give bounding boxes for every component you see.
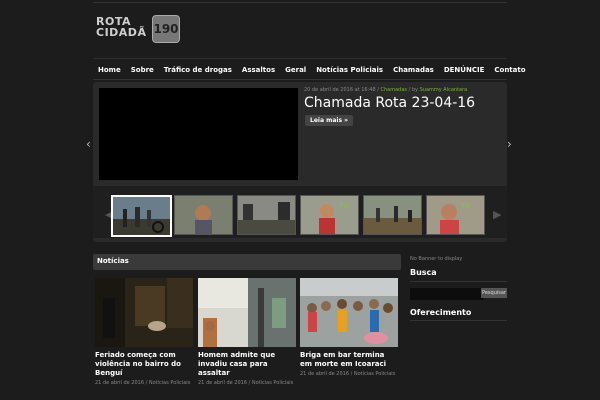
news-card: Homem admite que invadiu casa para assal… (198, 278, 296, 386)
slide-meta: 20 de abril de 2016 at 16:48 / Chamadas … (304, 87, 467, 93)
thumbnail[interactable]: TV (300, 195, 359, 235)
thumbnail[interactable]: TV (426, 195, 485, 235)
svg-text:TV: TV (460, 202, 470, 210)
main-nav: Home Sobre Tráfico de drogas Assaltos Ge… (93, 62, 526, 79)
svg-text:TV: TV (338, 202, 348, 210)
nav-item-noticias-policiais[interactable]: Notícias Policiais (311, 62, 388, 79)
news-card-title[interactable]: Briga em bar termina em morte em Icoarac… (300, 351, 398, 369)
news-card: Feriado começa com violência no bairro d… (95, 278, 193, 386)
featured-slider: 20 de abril de 2016 at 16:48 / Chamadas … (93, 82, 507, 242)
slide-date: 20 de abril de 2016 at 16:48 / (304, 87, 381, 93)
logo-line-2: CIDADÃ (96, 26, 147, 39)
news-card-meta: 21 de abril de 2016 / Notícias Policiais (198, 380, 294, 386)
news-card-image[interactable] (95, 278, 193, 347)
nav-divider (93, 79, 507, 80)
nav-item-denuncie[interactable]: DENÚNCIE (439, 62, 490, 79)
slider-prev-arrow[interactable]: ‹ (86, 137, 91, 151)
nav-item-trafico[interactable]: Tráfico de drogas (159, 62, 237, 79)
thumbnail[interactable] (363, 195, 422, 235)
logo-badge: 190 (152, 15, 180, 43)
slide-title[interactable]: Chamada Rota 23-04-16 (304, 95, 475, 111)
header-divider (93, 58, 507, 59)
site-logo[interactable]: ROTA CIDADÃ 190 (96, 14, 186, 44)
nav-item-home[interactable]: Home (93, 62, 126, 79)
slide-author-link[interactable]: Suammy Alcantara (420, 87, 468, 93)
nav-item-contato[interactable]: Contato (489, 62, 530, 79)
top-rule (93, 2, 507, 3)
video-player[interactable] (99, 88, 298, 180)
search-button[interactable]: Pesquisar (481, 288, 507, 298)
slider-next-arrow[interactable]: › (507, 137, 512, 151)
no-banner-text: No Banner to display (410, 256, 463, 262)
slide-by: / by (407, 87, 420, 93)
busca-divider (410, 281, 507, 282)
busca-heading: Busca (410, 268, 437, 277)
news-card-meta: 21 de abril de 2016 / Notícias Policiais (300, 371, 396, 377)
news-card-title[interactable]: Feriado começa com violência no bairro d… (95, 351, 193, 378)
news-card-title[interactable]: Homem admite que invadiu casa para assal… (198, 351, 296, 378)
nav-item-geral[interactable]: Geral (280, 62, 311, 79)
thumb-next-icon[interactable]: ▶ (493, 208, 501, 221)
slide-category-link[interactable]: Chamadas (381, 87, 408, 93)
noticias-header: Notícias (93, 254, 401, 270)
news-card-image[interactable] (300, 278, 398, 347)
nav-item-sobre[interactable]: Sobre (126, 62, 159, 79)
nav-item-assaltos[interactable]: Assaltos (237, 62, 280, 79)
news-card-image[interactable] (198, 278, 296, 347)
noticias-heading: Notícias (97, 257, 129, 265)
logo-text: ROTA CIDADÃ (96, 16, 146, 38)
thumbnail-strip: ◀ TV TV ▶ (93, 186, 507, 238)
news-card-meta: 21 de abril de 2016 / Notícias Policiais (95, 380, 191, 386)
oferecimento-divider (410, 320, 507, 321)
thumbnail[interactable] (111, 195, 172, 237)
nav-item-chamadas[interactable]: Chamadas (388, 62, 439, 79)
thumbnail[interactable] (237, 195, 296, 235)
read-more-button[interactable]: Leia mais » (305, 115, 353, 126)
news-card: Briga em bar termina em morte em Icoarac… (300, 278, 398, 377)
thumbnail[interactable] (174, 195, 233, 235)
search-input[interactable] (410, 288, 484, 300)
oferecimento-heading: Oferecimento (410, 308, 472, 317)
